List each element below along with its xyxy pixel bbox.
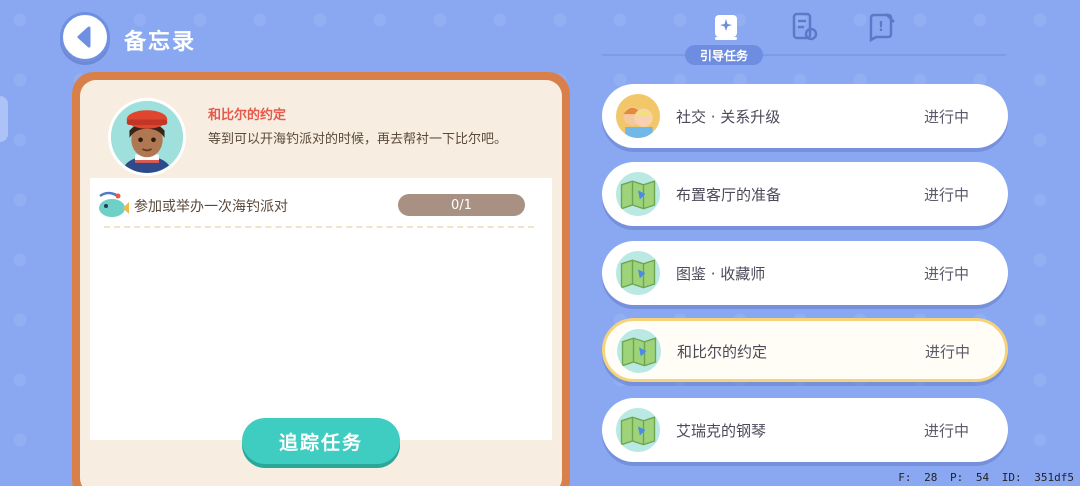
task-name: 社交 · 关系升级 — [676, 108, 781, 126]
task-list-item[interactable]: 社交 · 关系升级 进行中 — [602, 84, 1008, 148]
task-list-item[interactable]: 布置客厅的准备 进行中 — [602, 162, 1008, 226]
guide-task-icon[interactable] — [711, 12, 741, 42]
objective-divider — [104, 226, 534, 228]
objective-area: 参加或举办一次海钓派对 0/1 — [90, 178, 552, 440]
map-icon — [614, 170, 662, 218]
page-title: 备忘录 — [124, 30, 197, 55]
fishing-party-icon — [96, 190, 130, 220]
task-status: 进行中 — [924, 108, 970, 126]
objective-progress-text: 0/1 — [451, 197, 472, 213]
friends-icon — [614, 92, 662, 140]
tab-guide-tasks[interactable]: 引导任务 — [685, 45, 763, 65]
back-arrow-icon — [77, 26, 91, 48]
debug-overlay: F: 28 P: 54 ID: 351df5 — [898, 471, 1074, 484]
tab-divider — [602, 54, 1006, 56]
task-list-item[interactable]: 艾瑞克的钢琴 进行中 — [602, 398, 1008, 462]
memo-card: 和比尔的约定 等到可以开海钓派对的时候，再去帮衬一下比尔吧。 参加或举办一次海钓… — [72, 72, 570, 486]
task-name: 和比尔的约定 — [677, 343, 768, 361]
objective-text: 参加或举办一次海钓派对 — [134, 199, 288, 215]
task-name: 艾瑞克的钢琴 — [676, 422, 767, 440]
memo-task-name: 和比尔的约定 — [208, 108, 287, 123]
task-status: 进行中 — [924, 186, 970, 204]
npc-avatar — [108, 98, 186, 176]
back-button[interactable] — [60, 12, 110, 62]
svg-text:!: ! — [878, 20, 884, 35]
map-icon — [614, 249, 662, 297]
memo-card-inner: 和比尔的约定 等到可以开海钓派对的时候，再去帮衬一下比尔吧。 参加或举办一次海钓… — [80, 80, 562, 486]
track-task-button[interactable]: 追踪任务 — [242, 418, 400, 464]
memo-task-description: 等到可以开海钓派对的时候，再去帮衬一下比尔吧。 — [208, 132, 508, 147]
notes-icon[interactable] — [789, 12, 819, 42]
map-icon — [615, 327, 663, 375]
task-name: 布置客厅的准备 — [676, 186, 782, 204]
objective-progress-bar: 0/1 — [398, 194, 525, 216]
objective-row: 参加或举办一次海钓派对 0/1 — [90, 188, 552, 222]
question-notes-icon[interactable]: ! — [866, 12, 896, 43]
map-icon — [614, 406, 662, 454]
task-list-item-selected[interactable]: 和比尔的约定 进行中 — [602, 318, 1008, 382]
side-drawer-handle[interactable] — [0, 96, 8, 142]
task-list-item[interactable]: 图鉴 · 收藏师 进行中 — [602, 241, 1008, 305]
task-name: 图鉴 · 收藏师 — [676, 265, 766, 283]
task-status: 进行中 — [925, 343, 971, 361]
task-status: 进行中 — [924, 422, 970, 440]
bill-portrait-icon — [111, 101, 183, 173]
task-status: 进行中 — [924, 265, 970, 283]
